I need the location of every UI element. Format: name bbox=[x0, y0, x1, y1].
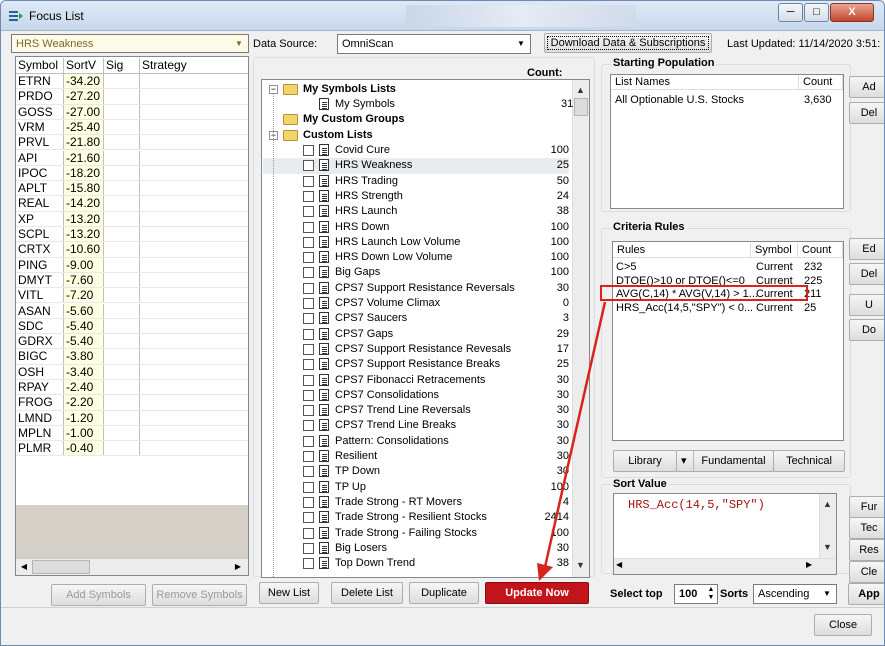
annotation-arrow bbox=[537, 301, 607, 581]
arrow-head-icon bbox=[537, 563, 553, 581]
focus-list-window: Focus List ─ □ X HRS Weakness ▼ Symbol S… bbox=[0, 0, 885, 646]
